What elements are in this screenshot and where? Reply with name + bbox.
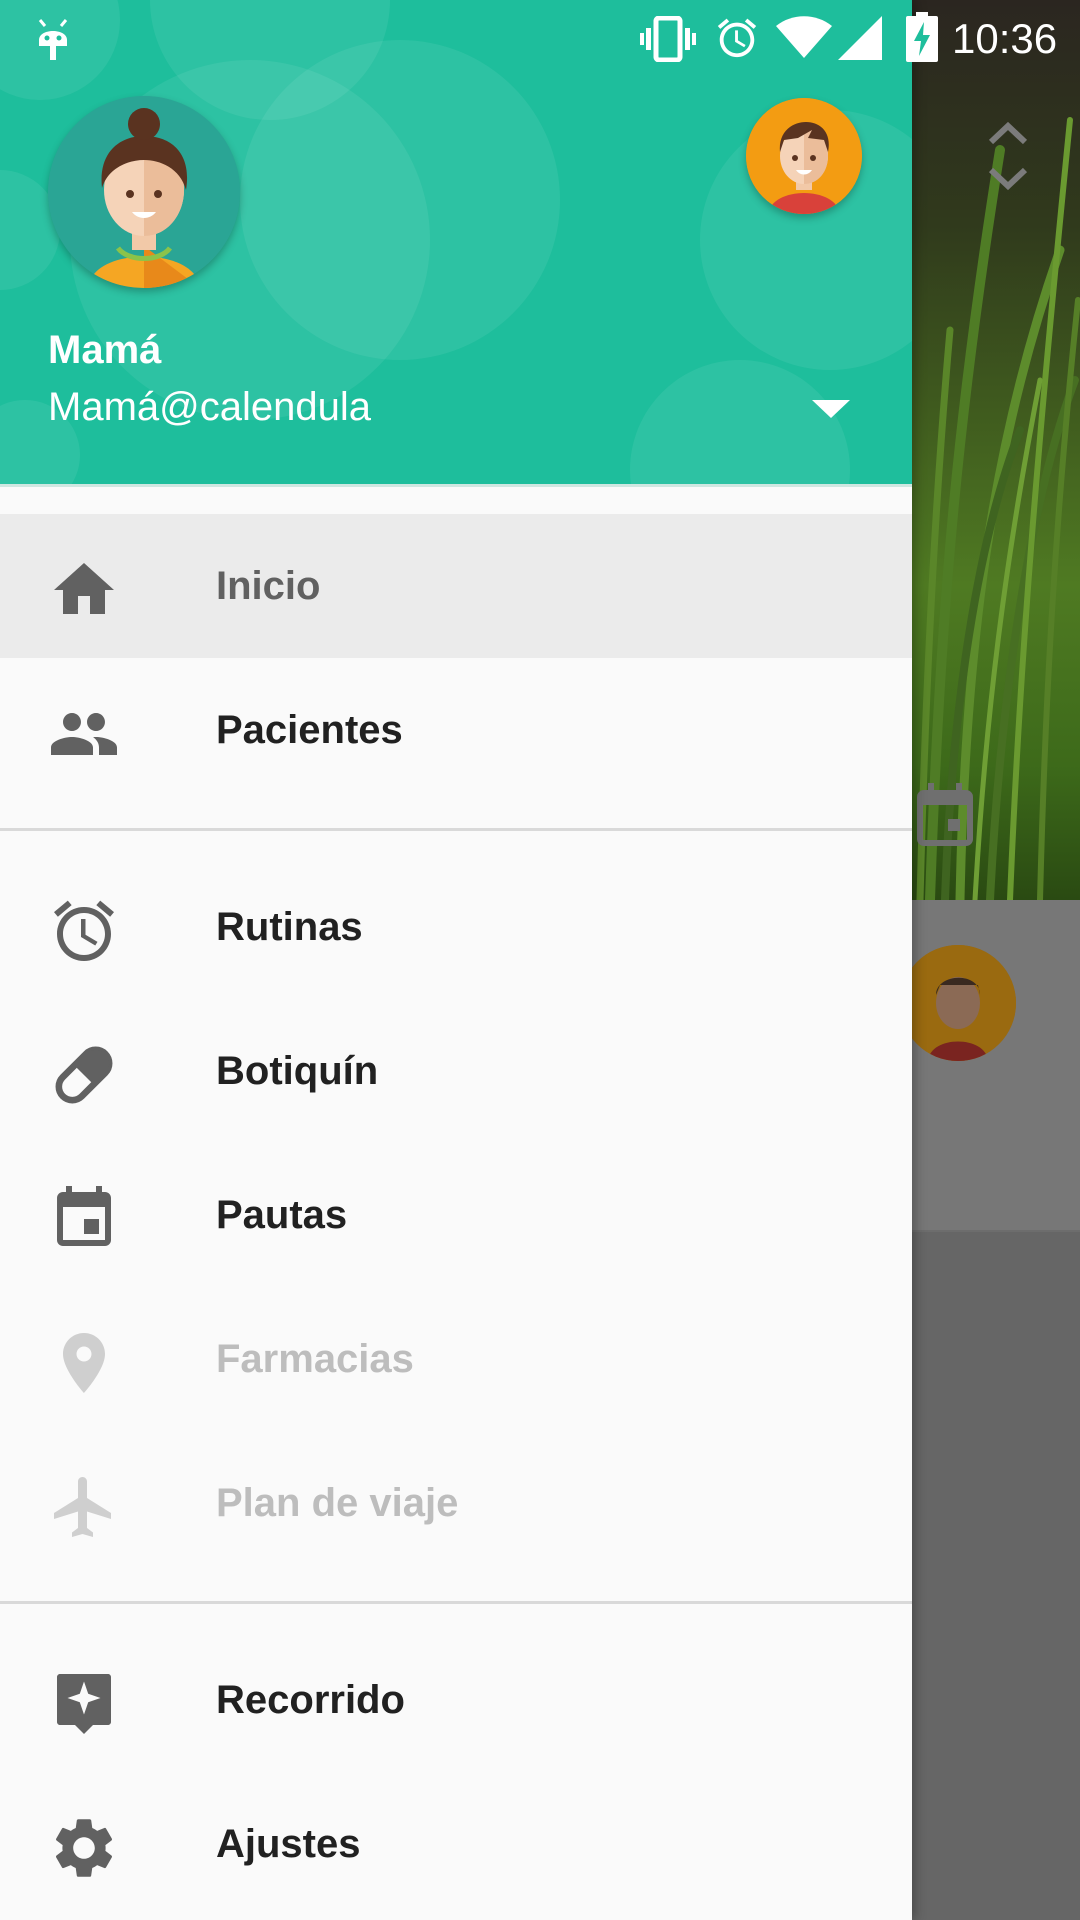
menu-item-farmacias[interactable]: Farmacias [0,1287,912,1431]
menu-item-label: Pacientes [216,708,403,752]
home-icon [54,563,114,614]
switch-account-avatar[interactable] [746,98,862,214]
menu-item-label: Pautas [216,1193,348,1237]
menu-item-rutinas[interactable]: Rutinas [0,855,912,999]
navigation-drawer: Mamá Mamá@calendula Inicio Pacientes Rut… [0,0,912,1920]
account-name: Mamá [48,328,162,372]
airplane-icon [54,1477,111,1537]
header-decoration [240,40,560,360]
patient-avatar [900,945,1016,1061]
header-divider [0,484,912,487]
man-avatar-image [746,98,862,214]
calendar-icon [917,783,973,846]
menu-item-plan-de-viaje[interactable]: Plan de viaje [0,1431,912,1575]
account-email: Mamá@calendula [48,385,371,429]
dropdown-arrow-icon[interactable] [806,392,856,428]
patient-avatar-image [900,945,1016,1061]
menu-item-label: Botiquín [216,1049,379,1093]
menu-item-label: Recorrido [216,1678,405,1722]
settings-gear-icon [55,1819,113,1877]
battery-charging-icon [906,12,938,62]
woman-avatar-image [48,96,240,288]
status-bar: 10:36 [0,0,1080,78]
menu-item-label: Plan de viaje [216,1481,459,1525]
menu-item-label: Farmacias [216,1337,414,1381]
sort-arrows-icon [988,121,1028,191]
vibrate-icon [640,16,696,62]
menu-item-botiquin[interactable]: Botiquín [0,999,912,1143]
calendar-icon [57,1186,111,1246]
menu-item-pautas[interactable]: Pautas [0,1143,912,1287]
menu-item-label: Ajustes [216,1822,361,1866]
menu-item-pacientes[interactable]: Pacientes [0,658,912,802]
people-icon [51,713,117,755]
menu-item-label: Rutinas [216,905,363,949]
menu-item-label: Inicio [216,564,321,608]
tour-icon [57,1674,111,1734]
menu-item-recorrido[interactable]: Recorrido [0,1628,912,1772]
menu-item-inicio[interactable]: Inicio [0,514,912,658]
status-time: 10:36 [952,15,1058,62]
android-debug-icon [38,19,68,60]
drawer-menu: Inicio Pacientes Rutinas Botiquín Pautas… [0,514,912,1916]
pill-icon [55,1046,113,1104]
account-avatar[interactable] [48,96,240,288]
cell-signal-icon [838,16,882,60]
alarm-icon [717,18,757,58]
menu-item-ajustes[interactable]: Ajustes [0,1772,912,1916]
wifi-icon [776,16,832,58]
location-pin-icon [63,1333,105,1393]
alarm-clock-icon [54,900,114,961]
app-screen: Mamá Mamá@calendula Inicio Pacientes Rut… [0,0,1080,1920]
